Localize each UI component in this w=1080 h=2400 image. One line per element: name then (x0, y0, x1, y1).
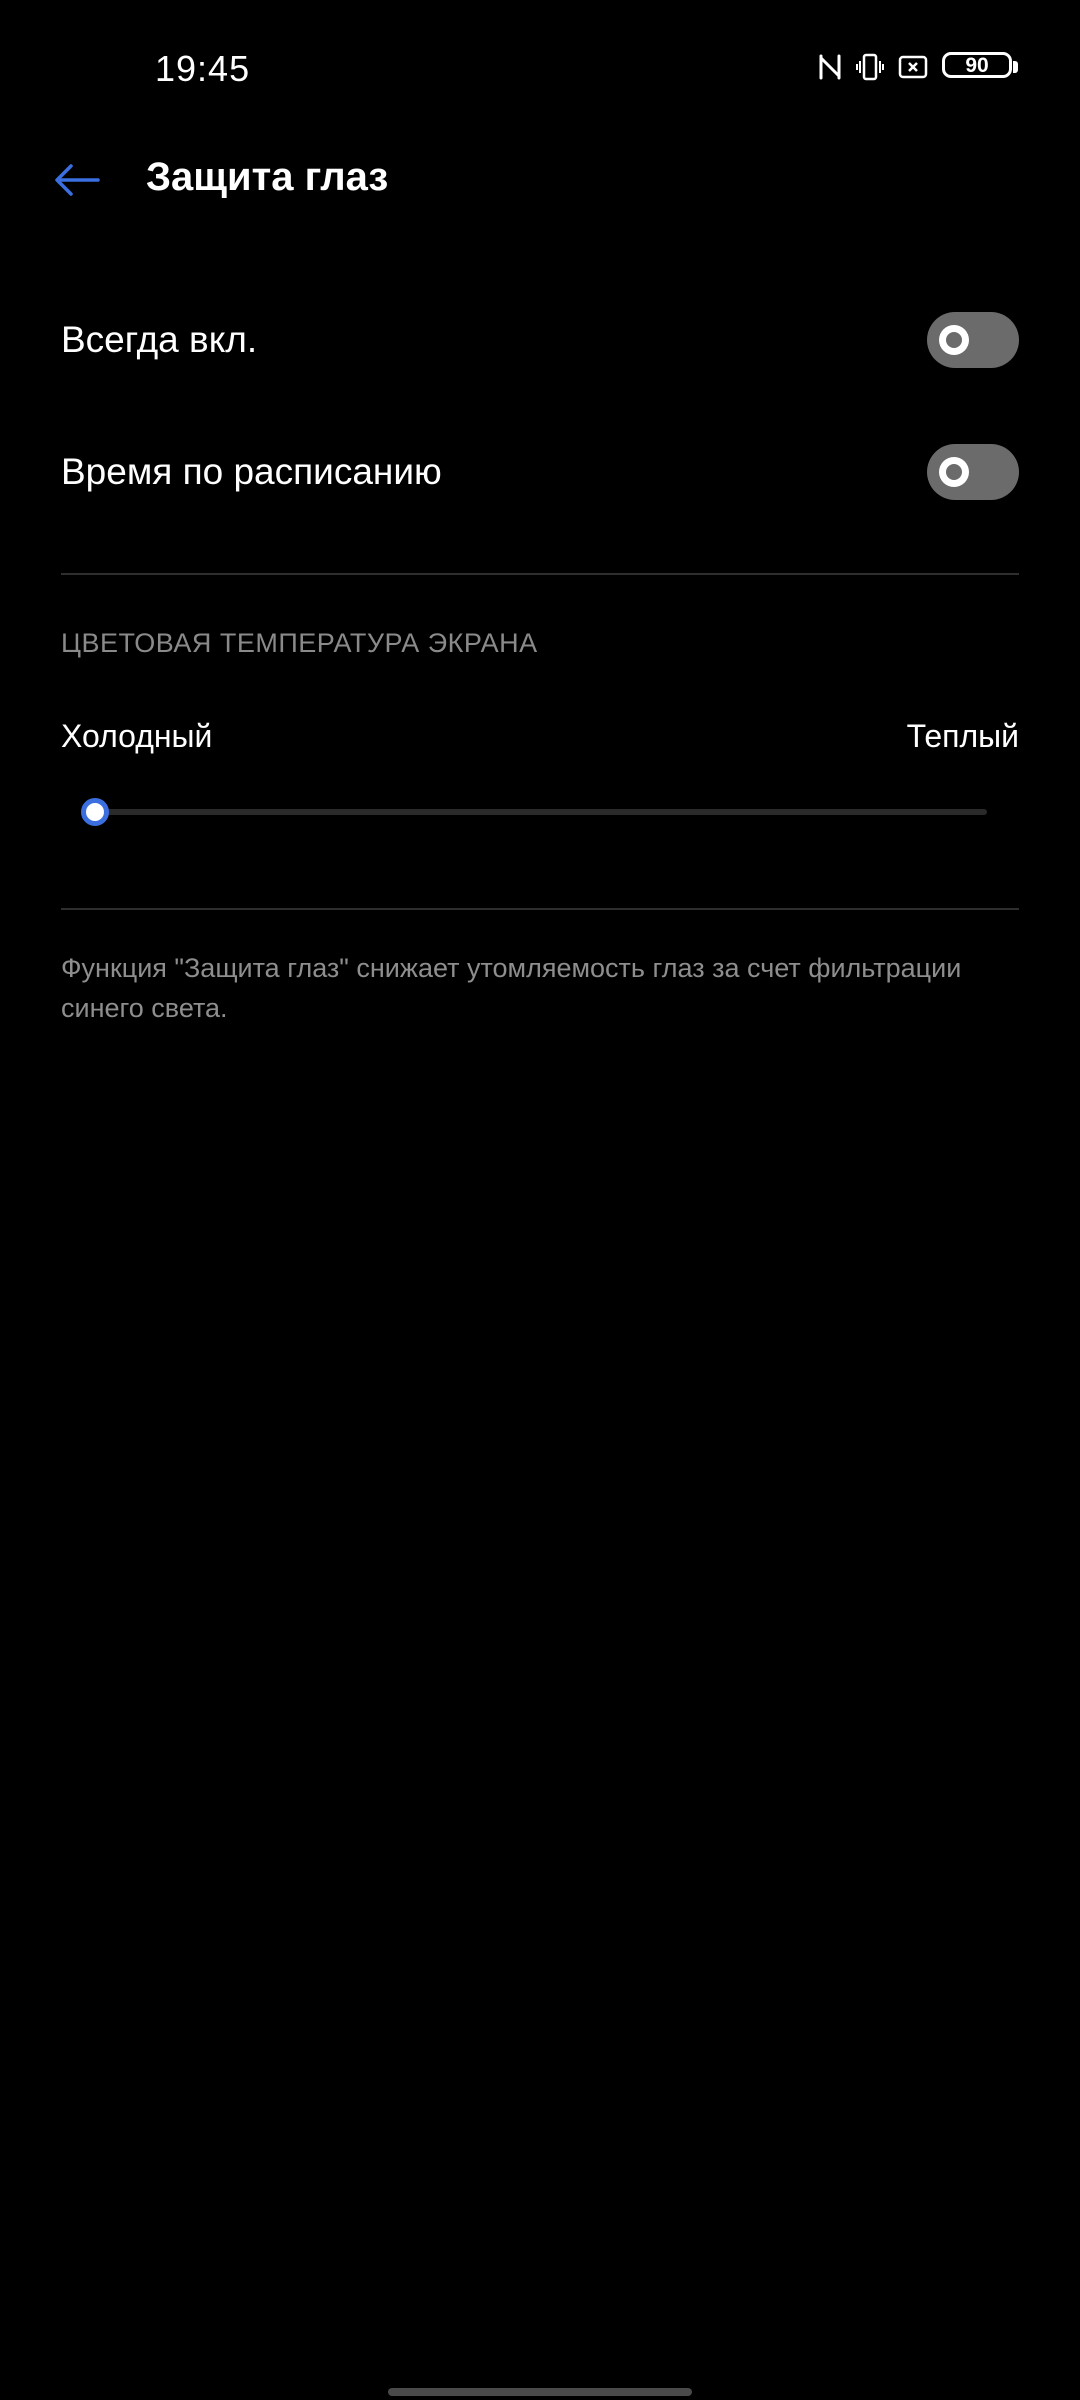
home-indicator[interactable] (388, 2388, 692, 2396)
slider-thumb[interactable] (81, 798, 109, 826)
arrow-left-icon (54, 163, 100, 202)
back-button[interactable] (45, 150, 109, 214)
battery-icon: 90 (942, 52, 1020, 82)
page-title: Защита глаз (146, 155, 389, 199)
always-on-row[interactable]: Всегда вкл. (61, 290, 1019, 390)
color-temperature-slider[interactable] (81, 798, 987, 826)
status-time: 19:45 (155, 48, 251, 89)
always-on-label: Всегда вкл. (61, 319, 258, 360)
schedule-toggle[interactable] (927, 444, 1019, 500)
battery-level: 90 (965, 53, 989, 77)
section-header-color-temperature: ЦВЕТОВАЯ ТЕМПЕРАТУРА ЭКРАНА (61, 628, 538, 658)
vibrate-icon (856, 52, 884, 82)
slider-min-label: Холодный (61, 718, 213, 754)
schedule-label: Время по расписанию (61, 451, 442, 492)
nfc-icon (818, 52, 842, 82)
description-text: Функция "Защита глаз" снижает утомляемос… (61, 953, 962, 1023)
always-on-toggle[interactable] (927, 312, 1019, 368)
schedule-row[interactable]: Время по расписанию (61, 422, 1019, 522)
divider (61, 573, 1019, 575)
toggle-knob (939, 457, 969, 487)
screenshot-icon (898, 54, 928, 80)
divider (61, 908, 1019, 910)
toggle-knob (939, 325, 969, 355)
slider-max-label: Теплый (906, 718, 1019, 754)
status-bar: 19:45 90 (0, 0, 1080, 140)
status-icons: 90 (818, 52, 1020, 82)
